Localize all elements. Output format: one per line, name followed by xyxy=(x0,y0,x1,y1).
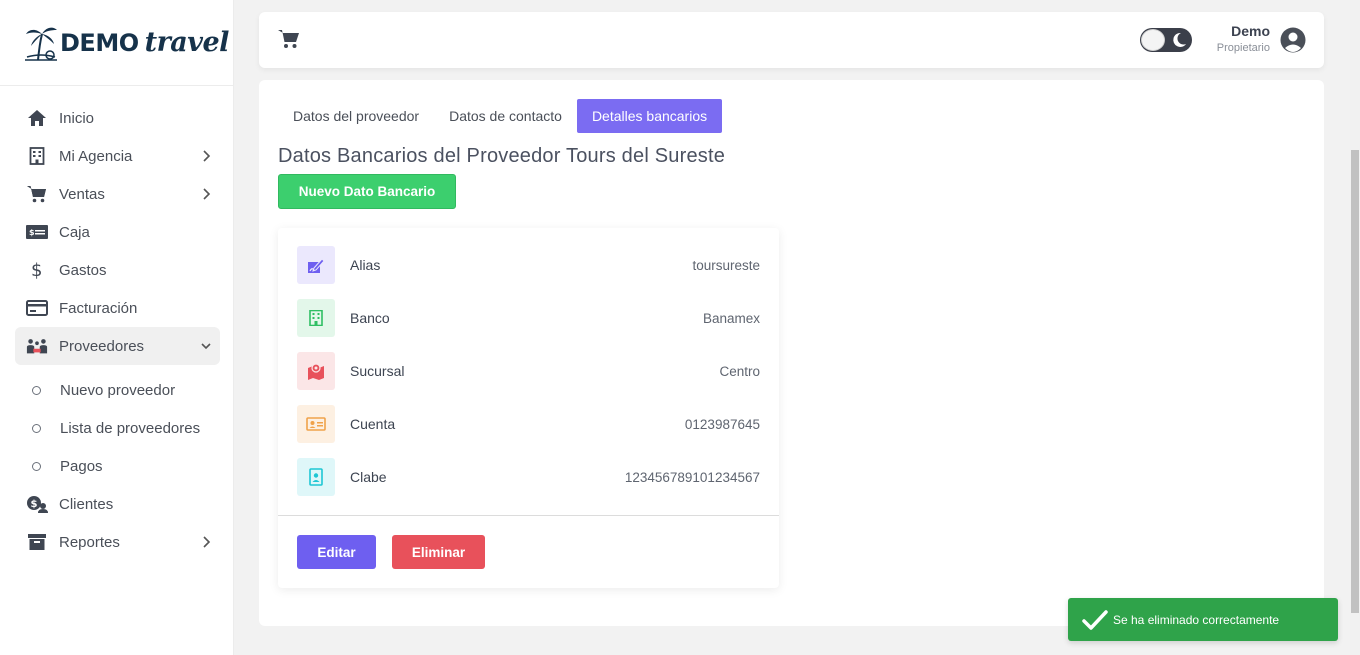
sidebar-nav: Inicio Mi Agencia Ventas $ Caja $ Gastos… xyxy=(0,86,233,365)
field-label: Banco xyxy=(350,310,390,326)
divider xyxy=(278,515,779,516)
user-role: Propietario xyxy=(1216,42,1270,54)
field-label: Cuenta xyxy=(350,416,396,432)
submenu-item-label: Lista de proveedores xyxy=(60,419,201,437)
submenu-item-label: Nuevo proveedor xyxy=(60,381,176,399)
toast-message: Se ha eliminado correctamente xyxy=(1113,612,1280,627)
sidebar-item-proveedores[interactable]: Proveedores xyxy=(15,327,220,365)
archive-icon xyxy=(26,532,48,552)
sidebar-item-label: Proveedores xyxy=(59,337,145,355)
sidebar-item-facturacion[interactable]: Facturación xyxy=(15,289,220,327)
field-value: toursureste xyxy=(692,257,760,273)
topbar: Demo Propietario xyxy=(259,12,1324,68)
toggle-knob xyxy=(1141,29,1165,51)
field-row-alias: Alias toursureste xyxy=(297,246,760,284)
submenu-item-pagos[interactable]: Pagos xyxy=(0,447,233,485)
moon-icon xyxy=(1173,32,1186,47)
sidebar-item-caja[interactable]: $ Caja xyxy=(15,213,220,251)
field-label: Sucursal xyxy=(350,363,405,379)
sidebar-item-label: Facturación xyxy=(59,299,138,317)
chevron-down-icon xyxy=(201,343,211,350)
cart-icon[interactable] xyxy=(278,29,300,49)
circle-icon xyxy=(32,461,41,471)
chevron-right-icon xyxy=(203,150,211,162)
palm-tree-icon xyxy=(25,27,57,61)
user-name: Demo xyxy=(1231,23,1270,39)
svg-text:$: $ xyxy=(31,260,42,280)
svg-text:$: $ xyxy=(31,499,38,510)
building-icon xyxy=(297,299,335,337)
bank-details-card: Alias toursureste Banco Banamex Sucursal… xyxy=(278,228,779,588)
home-icon xyxy=(26,108,48,128)
brand-logo[interactable]: DEMO travel xyxy=(0,0,233,86)
sidebar-item-label: Gastos xyxy=(59,261,107,279)
edit-signature-icon xyxy=(297,246,335,284)
map-marker-icon xyxy=(297,352,335,390)
sidebar-item-gastos[interactable]: $ Gastos xyxy=(15,251,220,289)
field-label: Clabe xyxy=(350,469,387,485)
sidebar-item-clientes[interactable]: $ Clientes xyxy=(15,485,220,523)
edit-button[interactable]: Editar xyxy=(297,535,376,569)
field-row-clabe: Clabe 123456789101234567 xyxy=(297,458,760,496)
sidebar-item-label: Reportes xyxy=(59,533,120,551)
user-info[interactable]: Demo Propietario xyxy=(1217,23,1270,54)
main-card: Datos del proveedor Datos de contacto De… xyxy=(259,80,1324,626)
user-avatar-icon[interactable] xyxy=(1280,27,1306,53)
delete-button[interactable]: Eliminar xyxy=(392,535,485,569)
field-value: 123456789101234567 xyxy=(624,469,760,485)
people-icon xyxy=(26,336,48,356)
sidebar-item-label: Clientes xyxy=(59,495,114,513)
dollar-icon: $ xyxy=(26,260,48,280)
submenu-item-label: Pagos xyxy=(60,457,103,475)
submenu-item-lista-de-proveedores[interactable]: Lista de proveedores xyxy=(0,409,233,447)
sidebar: DEMO travel Inicio Mi Agencia Ventas $ C… xyxy=(0,0,234,655)
circle-icon xyxy=(32,423,41,433)
building-icon xyxy=(26,146,48,166)
tab-datos-del-proveedor[interactable]: Datos del proveedor xyxy=(278,99,434,133)
sidebar-item-reportes[interactable]: Reportes xyxy=(15,523,220,561)
tabs: Datos del proveedor Datos de contacto De… xyxy=(278,99,723,133)
credit-card-icon xyxy=(26,298,48,318)
sidebar-item-label: Caja xyxy=(59,223,90,241)
sidebar-nav-bottom: $ Clientes Reportes xyxy=(0,485,233,561)
tab-datos-de-contacto[interactable]: Datos de contacto xyxy=(434,99,577,133)
tab-detalles-bancarios[interactable]: Detalles bancarios xyxy=(576,99,723,133)
chevron-right-icon xyxy=(203,536,211,548)
sidebar-item-ventas[interactable]: Ventas xyxy=(15,175,220,213)
id-badge-icon xyxy=(297,458,335,496)
field-row-cuenta: Cuenta 0123987645 xyxy=(297,405,760,443)
brand-demo-text: DEMO xyxy=(60,29,139,57)
page-scrollbar[interactable] xyxy=(1350,0,1360,655)
brand-travel-text: travel xyxy=(144,27,230,58)
page-title: Datos Bancarios del Proveedor Tours del … xyxy=(278,145,726,167)
success-toast[interactable]: Se ha eliminado correctamente xyxy=(1068,598,1338,641)
field-row-sucursal: Sucursal Centro xyxy=(297,352,760,390)
proveedores-submenu: Nuevo proveedor Lista de proveedores Pag… xyxy=(0,371,233,485)
scrollbar-thumb[interactable] xyxy=(1351,150,1359,613)
dark-mode-toggle[interactable] xyxy=(1140,28,1192,52)
field-value: 0123987645 xyxy=(684,416,760,432)
field-row-banco: Banco Banamex xyxy=(297,299,760,337)
sidebar-item-label: Inicio xyxy=(59,109,95,127)
sidebar-item-mi-agencia[interactable]: Mi Agencia xyxy=(15,137,220,175)
sidebar-item-label: Mi Agencia xyxy=(59,147,133,165)
chevron-right-icon xyxy=(203,188,211,200)
field-label: Alias xyxy=(350,257,381,273)
sidebar-item-inicio[interactable]: Inicio xyxy=(15,99,220,137)
field-value: Banamex xyxy=(702,310,760,326)
circle-icon xyxy=(32,385,41,395)
sidebar-item-label: Ventas xyxy=(59,185,105,203)
submenu-item-nuevo-proveedor[interactable]: Nuevo proveedor xyxy=(0,371,233,409)
cart-icon xyxy=(26,184,48,204)
field-value: Centro xyxy=(719,363,760,379)
svg-text:$: $ xyxy=(29,228,35,237)
client-money-icon: $ xyxy=(26,494,48,514)
check-icon xyxy=(1082,609,1108,630)
new-bank-data-button[interactable]: Nuevo Dato Bancario xyxy=(278,174,456,209)
id-card-icon xyxy=(297,405,335,443)
cash-icon: $ xyxy=(26,222,48,242)
